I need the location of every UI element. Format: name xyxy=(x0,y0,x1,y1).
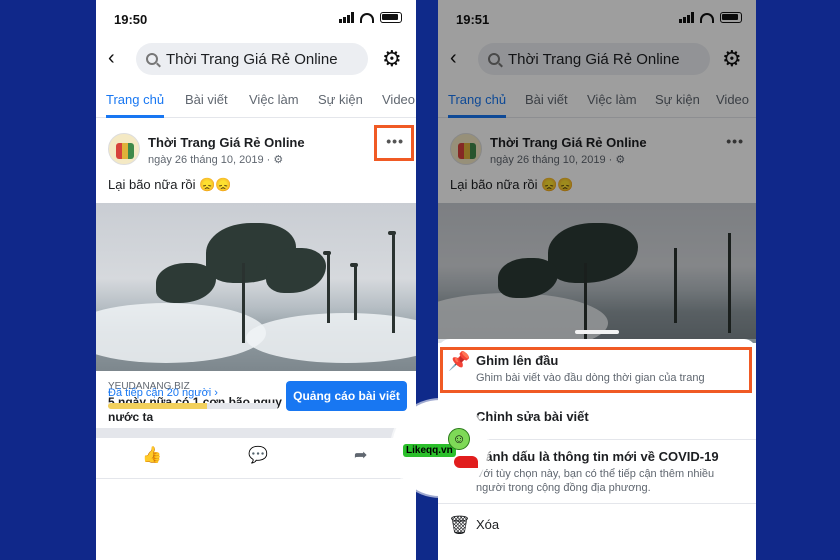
highlight-box xyxy=(374,125,414,161)
swoosh-icon xyxy=(454,456,478,468)
wifi-icon xyxy=(360,12,374,23)
lamp-shape xyxy=(350,263,358,267)
menu-desc-covid: Với tùy chọn này, bạn có thể tiếp cận th… xyxy=(476,468,715,494)
lamp-shape xyxy=(388,231,396,235)
menu-title-edit: Chỉnh sửa bài viết xyxy=(476,409,589,424)
palm-tree-shape xyxy=(266,248,326,293)
menu-title-delete: Xóa xyxy=(476,517,500,532)
back-arrow-icon[interactable]: ‹ xyxy=(108,48,122,68)
battery-icon xyxy=(380,12,402,23)
post-image[interactable] xyxy=(96,203,416,371)
wave-shape xyxy=(246,313,416,363)
wave-shape xyxy=(96,303,266,363)
palm-tree-shape xyxy=(156,263,216,303)
menu-title-covid: Đánh dấu là thông tin mới về COVID-19 xyxy=(476,449,719,464)
tab-home[interactable]: Trang chủ xyxy=(106,82,164,107)
status-bar: 19:50 xyxy=(96,0,416,36)
watermark-logo: Likeqq.vn ☺ xyxy=(392,400,488,496)
share-icon[interactable]: ➦ xyxy=(354,445,367,465)
like-icon[interactable]: 👍 xyxy=(142,445,162,465)
tab-events[interactable]: Sự kiện xyxy=(318,82,363,107)
reach-text[interactable]: Đã tiếp cận 20 người › xyxy=(108,387,218,399)
status-icons xyxy=(339,12,402,23)
search-input[interactable]: Thời Trang Giá Rẻ Online xyxy=(136,43,368,75)
page-tabs: Trang chủ Bài viết Việc làm Sự kiện Vide… xyxy=(96,82,416,118)
search-icon xyxy=(146,53,158,65)
active-tab-indicator xyxy=(106,115,164,118)
search-text: Thời Trang Giá Rẻ Online xyxy=(166,50,338,68)
signal-icon xyxy=(339,12,354,23)
reach-progress-fill xyxy=(108,403,207,409)
divider xyxy=(438,503,756,504)
background-right xyxy=(756,0,840,560)
lamp-post-shape xyxy=(327,253,330,323)
lamp-post-shape xyxy=(354,265,357,320)
post-date: ngày 26 tháng 10, 2019 · ⚙ xyxy=(148,154,284,166)
post-author[interactable]: Thời Trang Giá Rẻ Online xyxy=(148,135,305,150)
background-left xyxy=(0,0,96,560)
smiley-icon: ☺ xyxy=(448,428,470,450)
phone-screen-left: 19:50 ‹ Thời Trang Giá Rẻ Online ⚙ Trang… xyxy=(96,0,416,560)
divider xyxy=(96,428,416,438)
promote-post-button[interactable]: Quảng cáo bài viết xyxy=(286,381,407,411)
logo-text: Likeqq.vn xyxy=(403,444,456,457)
lamp-shape xyxy=(323,251,331,255)
phone-screen-right: 19:51 ‹ Thời Trang Giá Rẻ Online ⚙ Trang… xyxy=(438,0,756,560)
gear-icon[interactable]: ⚙ xyxy=(382,48,404,70)
status-time: 19:50 xyxy=(114,12,148,27)
tab-video[interactable]: Video xyxy=(382,82,415,107)
search-row: ‹ Thời Trang Giá Rẻ Online ⚙ xyxy=(96,36,416,82)
trash-icon: 🗑 xyxy=(448,515,471,535)
reach-progress-bar xyxy=(108,403,278,409)
overlay-dim[interactable] xyxy=(438,0,756,339)
menu-item-delete[interactable]: 🗑 Xóa xyxy=(438,509,756,549)
sheet-handle[interactable] xyxy=(575,330,619,334)
comment-icon[interactable]: 💬 xyxy=(248,445,268,465)
tab-posts[interactable]: Bài viết xyxy=(185,82,228,107)
post-text: Lại bão nữa rồi 😞😞 xyxy=(108,177,232,192)
lamp-post-shape xyxy=(392,233,395,333)
avatar[interactable] xyxy=(108,133,140,165)
tab-jobs[interactable]: Việc làm xyxy=(249,82,299,107)
highlight-box xyxy=(440,347,752,393)
tree-trunk-shape xyxy=(242,263,245,343)
